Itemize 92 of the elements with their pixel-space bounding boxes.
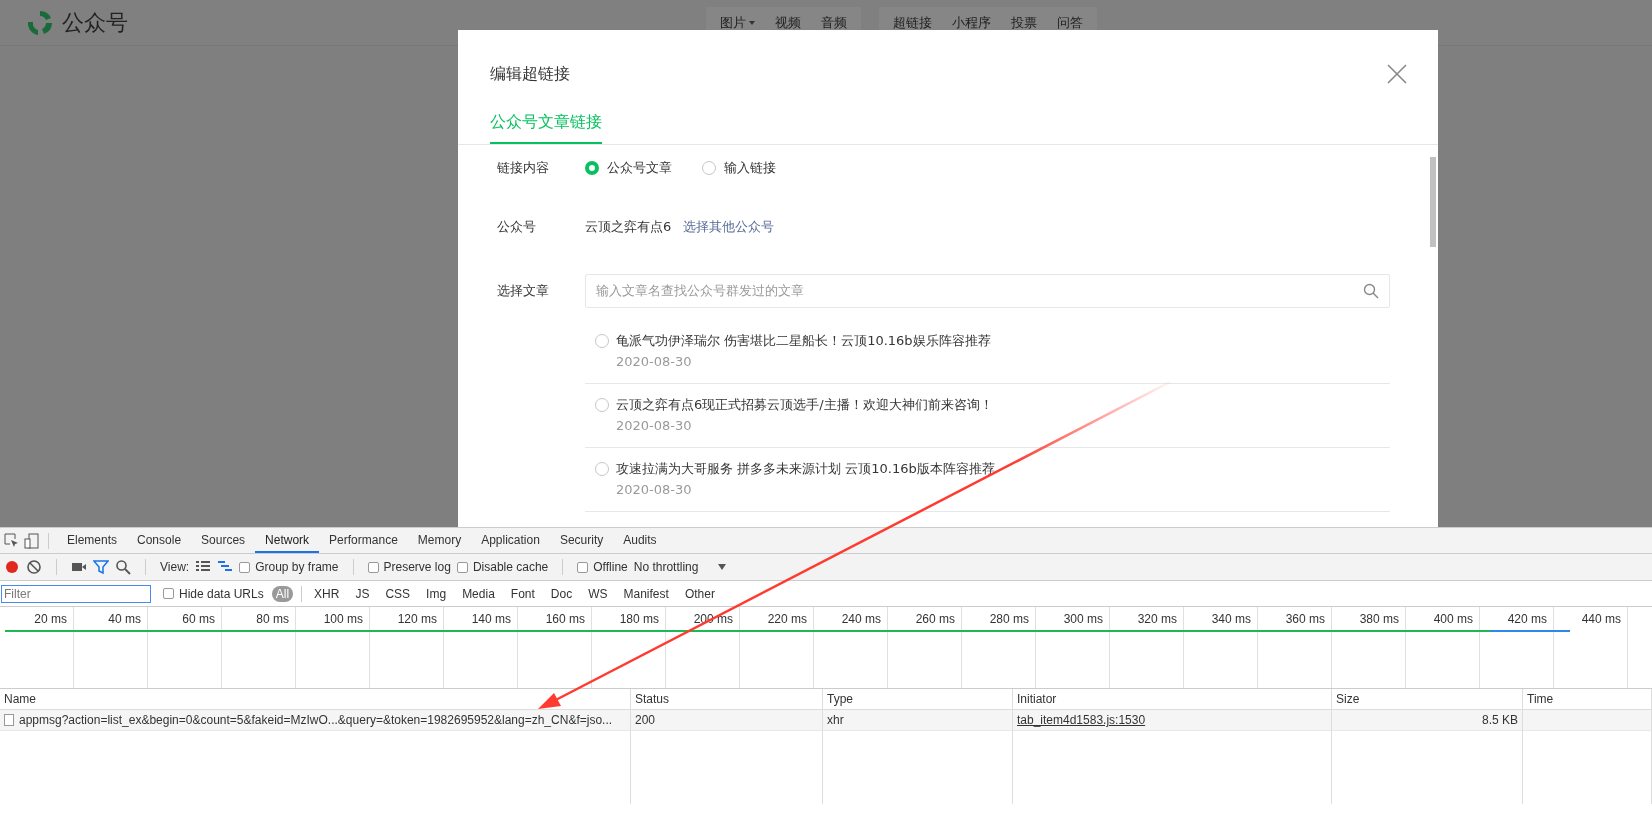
menu-item[interactable]: 音频 (811, 6, 857, 39)
checkbox[interactable] (239, 561, 251, 573)
filter-type-button[interactable]: Font (506, 585, 539, 602)
time-tick: 20 ms (34, 612, 67, 626)
devtools-tab[interactable]: Console (127, 528, 192, 553)
time-tick: 220 ms (767, 612, 807, 626)
time-tick: 340 ms (1211, 612, 1251, 626)
filter-type-button[interactable]: JS (351, 585, 374, 602)
time-tick: 240 ms (841, 612, 881, 626)
time-tick: 60 ms (182, 612, 215, 626)
device-icon[interactable] (24, 532, 40, 549)
devtools-tab[interactable]: Security (549, 528, 614, 553)
record-button[interactable] (4, 559, 20, 575)
table-cell-text: xhr (827, 712, 844, 729)
field-label: 公众号 (497, 218, 537, 236)
account-name: 云顶之弈有点6 (585, 218, 672, 236)
checkbox[interactable] (163, 588, 174, 599)
logo-icon (26, 8, 54, 37)
time-tick: 440 ms (1581, 612, 1621, 626)
checkbox-label: Hide data URLs (179, 586, 264, 601)
search-icon[interactable] (1363, 283, 1379, 299)
link[interactable]: 选择其他公众号 (683, 218, 775, 236)
table-cell-text: appmsg?action=list_ex&begin=0&count=5&fakeid=MzIwO...&query=&token=1982695952&lang=zh_CN&f=jso... (19, 712, 613, 729)
time-tick: 380 ms (1359, 612, 1399, 626)
article-date: 2020-08-30 (616, 482, 693, 497)
checkbox-label: Offline (593, 560, 628, 574)
devtools-tab[interactable]: Performance (319, 528, 408, 553)
time-tick: 360 ms (1285, 612, 1325, 626)
time-tick: 120 ms (397, 612, 437, 626)
time-tick: 400 ms (1433, 612, 1473, 626)
time-tick: 320 ms (1137, 612, 1177, 626)
radio-label: 输入链接 (724, 159, 776, 177)
menu-item[interactable]: 超链接 (883, 6, 942, 39)
filter-type-button[interactable]: Manifest (619, 585, 673, 602)
dialog-title: 编辑超链接 (490, 63, 570, 85)
search-icon[interactable] (115, 559, 131, 575)
article-title[interactable]: 龟派气功伊泽瑞尔 伤害堪比二星船长！云顶10.16b娱乐阵容推荐 (616, 332, 991, 350)
checkbox[interactable] (577, 561, 589, 573)
filter-type-button[interactable]: Img (422, 585, 451, 602)
table-cell-text: 8.5 KB (1481, 712, 1518, 729)
table-cell-text: 200 (635, 712, 656, 729)
checkbox[interactable] (367, 561, 379, 573)
caret-icon[interactable] (718, 564, 727, 570)
devtools-tab[interactable]: Memory (407, 528, 472, 553)
time-tick: 260 ms (915, 612, 955, 626)
close-icon[interactable] (1386, 63, 1408, 85)
checkbox-label: Disable cache (472, 560, 549, 574)
checkbox-label: Preserve log (383, 560, 451, 574)
menu-item[interactable]: 投票 (1001, 6, 1047, 39)
devtools-tab[interactable]: Sources (191, 528, 256, 553)
checkbox-label: Group by frame (255, 560, 339, 574)
inspect-icon[interactable] (4, 532, 20, 549)
filter-type-button[interactable]: XHR (310, 585, 344, 602)
menu-item[interactable]: 问答 (1047, 6, 1093, 39)
time-tick: 180 ms (619, 612, 659, 626)
menu-item[interactable]: 图片 (710, 6, 765, 39)
article-date: 2020-08-30 (616, 418, 693, 433)
time-tick: 160 ms (545, 612, 585, 626)
field-label: 选择文章 (497, 282, 550, 300)
time-tick: 280 ms (989, 612, 1029, 626)
throttling-dropdown[interactable]: No throttling (633, 560, 699, 574)
filter-type-button[interactable]: Other (680, 585, 719, 602)
time-tick: 80 ms (256, 612, 289, 626)
scrollbar-thumb[interactable] (1430, 157, 1436, 247)
filter-type-button[interactable]: WS (584, 585, 612, 602)
checkbox[interactable] (456, 561, 468, 573)
time-tick: 300 ms (1063, 612, 1103, 626)
filter-icon[interactable] (93, 559, 109, 575)
article-title[interactable]: 云顶之弈有点6现正式招募云顶选手/主播！欢迎大神们前来咨询！ (616, 396, 993, 414)
time-tick: 100 ms (323, 612, 363, 626)
logo-text: 公众号 (62, 8, 128, 37)
radio-button[interactable] (585, 161, 599, 175)
field-label: 链接内容 (497, 159, 550, 177)
time-tick: 420 ms (1507, 612, 1547, 626)
devtools-tab[interactable]: Application (471, 528, 550, 553)
view-label: View: (160, 560, 190, 574)
filter-type-button[interactable]: Doc (546, 585, 577, 602)
time-tick: 140 ms (471, 612, 511, 626)
time-tick: 40 ms (108, 612, 141, 626)
article-title[interactable]: 攻速拉满为大哥服务 拼多多未来源计划 云顶10.16b版本阵容推荐 (616, 460, 995, 478)
file-icon (4, 714, 14, 726)
devtools-tab[interactable]: Audits (613, 528, 667, 553)
menu-item[interactable]: 小程序 (942, 6, 1001, 39)
filter-field[interactable]: Filter (1, 584, 151, 603)
clear-icon[interactable] (26, 559, 42, 575)
menu-item[interactable]: 视频 (765, 6, 811, 39)
radio-label: 公众号文章 (607, 159, 672, 177)
caret-icon (749, 20, 755, 25)
filter-type-button[interactable]: Media (458, 585, 499, 602)
article-date: 2020-08-30 (616, 354, 693, 369)
devtools-tab[interactable]: Elements (57, 528, 128, 553)
filter-type-button[interactable]: CSS (381, 585, 415, 602)
